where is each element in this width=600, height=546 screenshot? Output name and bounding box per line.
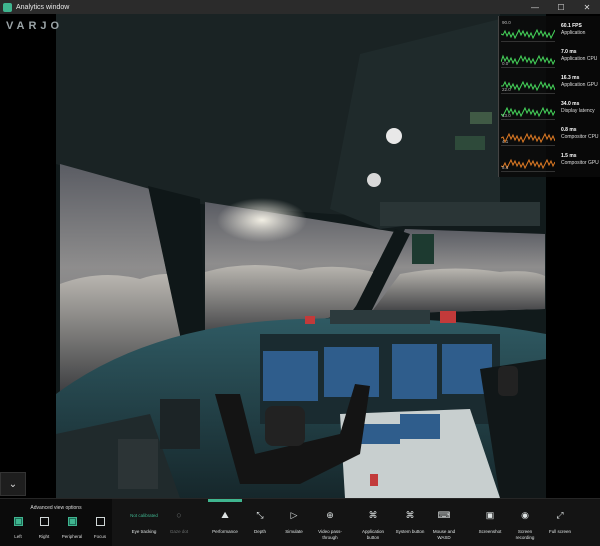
screenshot-button[interactable]: ▣ Screenshot: [476, 499, 504, 546]
mouse-and-wasd-label: Mouse and WASD: [432, 529, 456, 540]
application-label: Application button: [361, 529, 384, 540]
video-pass-through-label: Video pass-through: [318, 529, 342, 540]
view-option-focus[interactable]: Focus: [86, 517, 114, 539]
perf-value: 34.0 ms: [561, 101, 580, 107]
play-icon: ▷: [290, 509, 298, 520]
depth-button[interactable]: ⤡ Depth: [248, 499, 272, 546]
perf-label: Compositor GPU: [561, 160, 599, 166]
screenshot-label: Screenshot: [478, 529, 502, 534]
perf-scale-bottom: 0.0: [502, 61, 509, 66]
bottom-toolbar: Advanced view options Left Right Periphe…: [0, 498, 600, 546]
passthrough-icon: ⊕: [326, 509, 334, 520]
depth-label: Depth: [253, 529, 266, 534]
simulate-label: Simulate: [285, 529, 303, 534]
record-icon: ◉: [521, 509, 529, 520]
right-checkbox[interactable]: [39, 517, 49, 526]
close-button[interactable]: ✕: [574, 0, 600, 14]
full-screen-label: Full screen: [548, 529, 571, 534]
window-title: Analytics window: [16, 3, 70, 11]
depth-icon: ⤡: [256, 509, 264, 520]
left-checkbox[interactable]: [13, 517, 23, 526]
focus-checkbox[interactable]: [95, 517, 105, 526]
mouse-and-wasd-button[interactable]: ⌨ Mouse and WASD: [428, 499, 460, 546]
app-icon: [3, 2, 12, 12]
eye-tracking-label: Eye tracking: [131, 529, 157, 534]
perf-label: Application: [561, 30, 586, 36]
perf-label: Application CPU: [561, 56, 598, 62]
screenshot-icon: ▣: [485, 509, 495, 520]
perf-value: 0.8 ms: [561, 127, 577, 133]
perf-label: Display latency: [561, 108, 595, 114]
perf-sparkline: [501, 132, 555, 146]
controller-icon: ⌘: [368, 509, 378, 520]
perf-row: 0.0 7.0 ms Application CPU: [499, 46, 600, 68]
view-option-label: Right: [38, 534, 50, 539]
perf-row: 5.4 1.5 ms Compositor GPU: [499, 150, 600, 172]
perf-row: 13.0 34.0 ms Display latency: [499, 98, 600, 120]
screen-recording-button[interactable]: ◉ Screen recording: [508, 499, 542, 546]
system-label: System button: [395, 529, 425, 534]
perf-row: 22.0 16.3 ms Application GPU: [499, 72, 600, 94]
eye-tracking-button[interactable]: Not calibrated Eye tracking: [120, 499, 168, 546]
advanced-view-options: Advanced view options Left Right Periphe…: [0, 499, 112, 546]
view-option-right[interactable]: Right: [30, 517, 58, 539]
performance-overlay: 90.0 60.1 FPS Application 0.0 7.0 ms Applicat…: [498, 16, 600, 177]
perf-scale-bottom: 13.0: [502, 113, 511, 118]
perf-value: 7.0 ms: [561, 49, 577, 55]
perf-scale-bottom: 4.1: [502, 139, 509, 144]
perf-sparkline: [501, 158, 555, 172]
perf-scale-top: 90.0: [502, 20, 511, 25]
view-option-label: Peripheral: [61, 534, 83, 539]
minimize-button[interactable]: —: [522, 0, 548, 14]
chart-icon: ⛰: [221, 509, 229, 520]
perf-label: Application GPU: [561, 82, 598, 88]
keyboard-icon: ⌨: [437, 509, 451, 520]
advanced-view-options-title: Advanced view options: [30, 505, 82, 511]
window-title-bar: Analytics window — ☐ ✕: [0, 0, 600, 14]
eye-tracking-status: Not calibrated: [130, 513, 158, 518]
perf-scale-bottom: 22.0: [502, 87, 511, 92]
view-option-peripheral[interactable]: Peripheral: [58, 517, 86, 539]
perf-sparkline: [501, 54, 555, 68]
perf-scale-bottom: 5.4: [502, 165, 509, 170]
system-button[interactable]: ⌘ System button: [394, 499, 426, 546]
chevron-down-icon: ⌄: [8, 478, 18, 490]
gaze-dot-icon: ○: [176, 510, 182, 520]
gaze-dot-button[interactable]: ○ Gaze dot: [166, 499, 192, 546]
brand-logo: VARJO: [6, 20, 64, 32]
view-option-label: Focus: [93, 534, 107, 539]
view-option-label: Left: [14, 534, 22, 539]
view-option-left[interactable]: Left: [4, 517, 32, 539]
perf-row: 90.0 60.1 FPS Application: [499, 20, 600, 42]
perf-value: 16.3 ms: [561, 75, 580, 81]
collapse-toolbar-button[interactable]: ⌄: [0, 472, 26, 496]
fullscreen-icon: ⤢: [556, 509, 564, 520]
performance-button[interactable]: ⛰ Performance: [208, 499, 242, 546]
application-button[interactable]: ⌘ Application button: [358, 499, 388, 546]
perf-value: 1.5 ms: [561, 153, 577, 159]
controller-icon: ⌘: [405, 509, 415, 520]
perf-value: 60.1 FPS: [561, 23, 582, 29]
maximize-button[interactable]: ☐: [548, 0, 574, 14]
headset-view: VARJO 90.0 60.1 FPS Application 0.0 7.0 ms Ap…: [0, 14, 600, 498]
gaze-dot-label: Gaze dot: [169, 529, 189, 534]
perf-label: Compositor CPU: [561, 134, 599, 140]
performance-label: Performance: [212, 529, 238, 534]
simulate-button[interactable]: ▷ Simulate: [280, 499, 308, 546]
screen-recording-label: Screen recording: [515, 529, 535, 540]
full-screen-button[interactable]: ⤢ Full screen: [546, 499, 574, 546]
peripheral-checkbox[interactable]: [67, 517, 77, 526]
video-pass-through-button[interactable]: ⊕ Video pass-through: [312, 499, 348, 546]
perf-row: 4.1 0.8 ms Compositor CPU: [499, 124, 600, 146]
